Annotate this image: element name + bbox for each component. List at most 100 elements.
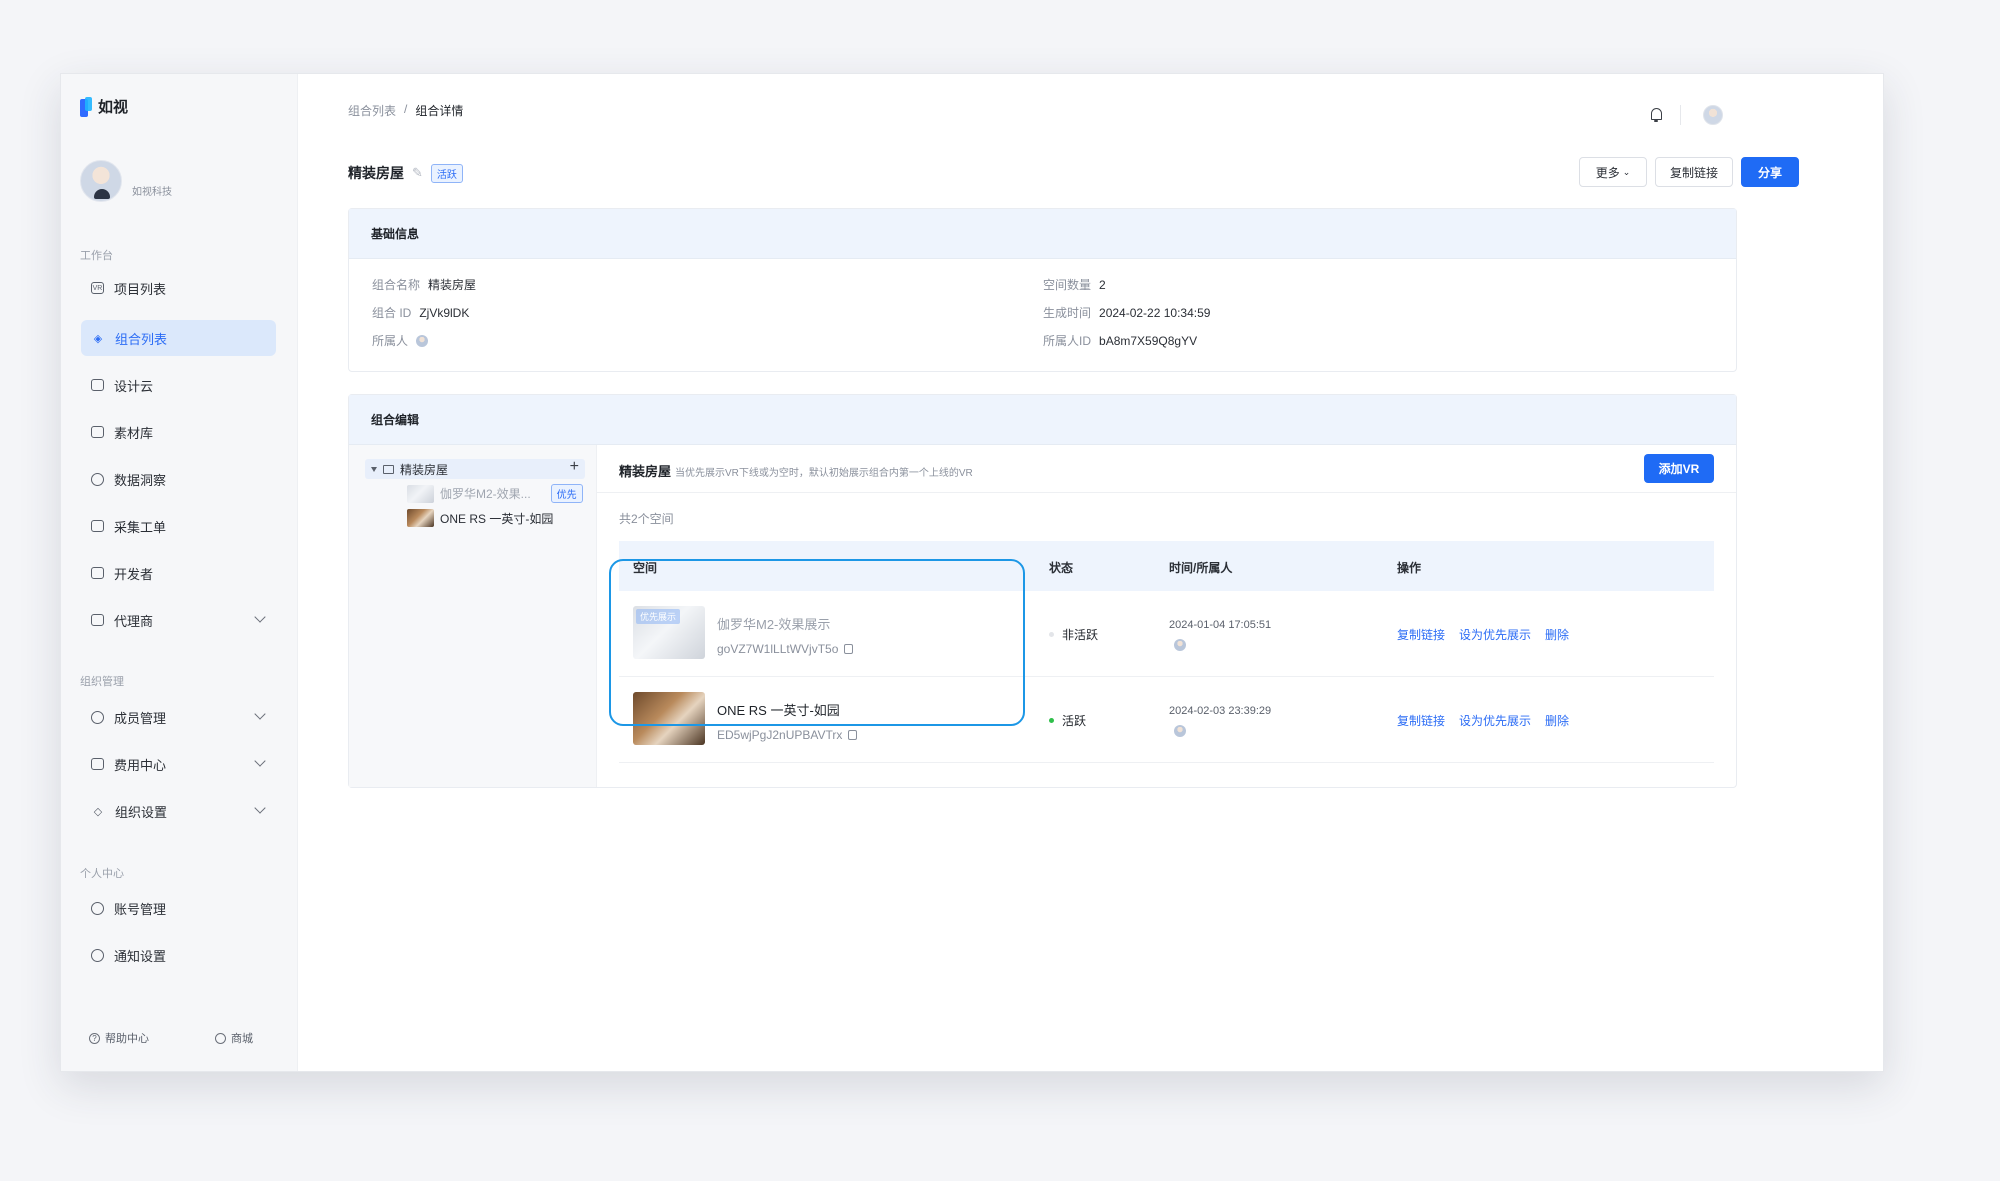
folder-icon bbox=[91, 426, 104, 438]
sidebar-item-label: 代理商 bbox=[114, 613, 154, 629]
logo[interactable]: 如视 bbox=[80, 96, 128, 117]
company-name: 如视科技 bbox=[132, 187, 172, 198]
avatar bbox=[80, 160, 122, 202]
chevron-down-icon bbox=[254, 755, 266, 767]
sidebar-item-insights[interactable]: 数据洞察 bbox=[81, 461, 276, 497]
copy-link-action[interactable]: 复制链接 bbox=[1397, 712, 1445, 729]
group-id-value: ZjVk9lDK bbox=[419, 305, 470, 320]
sidebar-item-label: 素材库 bbox=[114, 425, 154, 441]
logo-text: 如视 bbox=[98, 99, 129, 116]
sidebar-item-org-settings[interactable]: ◇ 组织设置 bbox=[81, 793, 276, 829]
row-time: 2024-02-03 23:39:29 bbox=[1169, 705, 1272, 717]
shop-label: 商城 bbox=[231, 1033, 253, 1045]
created-time-field: 生成时间 2024-02-22 10:34:59 bbox=[1043, 304, 1210, 321]
copy-link-action[interactable]: 复制链接 bbox=[1397, 626, 1445, 643]
main-content: 组合列表 / 组合详情 精装房屋 ✎ 活跃 更多 ⌄ 复制链接 分享 基础信息 … bbox=[298, 74, 1883, 1071]
group-title-personal: 个人中心 bbox=[80, 868, 124, 880]
sidebar-item-notifications[interactable]: 通知设置 bbox=[81, 937, 276, 973]
share-button[interactable]: 分享 bbox=[1741, 157, 1799, 187]
sidebar-item-account[interactable]: 账号管理 bbox=[81, 890, 276, 926]
title-row: 精装房屋 ✎ 活跃 bbox=[348, 163, 463, 183]
sidebar-item-label: 开发者 bbox=[114, 566, 154, 582]
sidebar-item-work-orders[interactable]: 采集工单 bbox=[81, 508, 276, 544]
owner-id-field: 所属人ID bA8m7X59Q8gYV bbox=[1043, 332, 1197, 349]
bell-icon[interactable] bbox=[1649, 108, 1663, 122]
sidebar-item-materials[interactable]: 素材库 bbox=[81, 414, 276, 450]
delete-action[interactable]: 删除 bbox=[1545, 712, 1569, 729]
space-thumbnail bbox=[407, 484, 434, 503]
breadcrumb-current: 组合详情 bbox=[415, 104, 464, 118]
group-tree: 精装房屋 + 伽罗华M2-效果... 优先 ONE RS 一英寸-如园 bbox=[349, 445, 597, 787]
status-text: 非活跃 bbox=[1062, 628, 1099, 642]
tree-root-label: 精装房屋 bbox=[400, 462, 449, 477]
chevron-down-icon bbox=[254, 708, 266, 720]
copy-link-button[interactable]: 复制链接 bbox=[1655, 157, 1733, 187]
set-priority-action[interactable]: 设为优先展示 bbox=[1459, 626, 1531, 643]
created-time-label: 生成时间 bbox=[1043, 306, 1092, 320]
status-badge: 活跃 bbox=[430, 163, 463, 183]
owner-field: 所属人 bbox=[372, 332, 429, 349]
plus-icon[interactable]: + bbox=[570, 458, 579, 476]
shop-link[interactable]: 商城 bbox=[215, 1030, 253, 1046]
sidebar-item-members[interactable]: 成员管理 bbox=[81, 699, 276, 735]
group-name-field: 组合名称 精装房屋 bbox=[372, 276, 476, 293]
more-dropdown[interactable]: 更多 ⌄ bbox=[1579, 157, 1647, 187]
sidebar-item-label: 组织设置 bbox=[115, 804, 168, 820]
row-actions: 复制链接 设为优先展示 删除 bbox=[1397, 712, 1569, 729]
breadcrumb-separator: / bbox=[404, 102, 408, 116]
set-priority-action[interactable]: 设为优先展示 bbox=[1459, 712, 1531, 729]
space-count-label: 空间数量 bbox=[1043, 278, 1092, 292]
priority-tag: 优先 bbox=[550, 484, 583, 503]
owner-avatar bbox=[1174, 639, 1186, 651]
chevron-down-icon: ⌄ bbox=[1622, 166, 1631, 177]
group-id-label: 组合 ID bbox=[372, 306, 412, 320]
user-avatar[interactable] bbox=[1703, 105, 1723, 125]
column-header-status: 状态 bbox=[1049, 561, 1074, 575]
column-header-time-owner: 时间/所属人 bbox=[1169, 561, 1233, 575]
sidebar-item-label: 设计云 bbox=[114, 378, 154, 394]
tree-child-node[interactable]: 伽罗华M2-效果... 优先 bbox=[407, 484, 583, 503]
owner-id-label: 所属人ID bbox=[1043, 334, 1092, 348]
breadcrumb: 组合列表 / 组合详情 bbox=[348, 102, 463, 119]
add-vr-button[interactable]: 添加VR bbox=[1644, 454, 1714, 483]
help-icon: ? bbox=[89, 1032, 100, 1044]
org-profile[interactable]: 如视科技 bbox=[80, 160, 172, 202]
tree-child-label: 伽罗华M2-效果... bbox=[440, 487, 531, 501]
bell-settings-icon bbox=[91, 948, 104, 962]
caret-down-icon[interactable] bbox=[371, 466, 377, 472]
owner-avatar bbox=[1174, 725, 1186, 737]
tree-root-node[interactable]: 精装房屋 + bbox=[365, 458, 585, 479]
sidebar-item-label: 费用中心 bbox=[114, 757, 167, 773]
sidebar-item-groups[interactable]: ◈ 组合列表 bbox=[81, 320, 276, 356]
copy-icon[interactable] bbox=[848, 730, 858, 740]
breadcrumb-group-list[interactable]: 组合列表 bbox=[348, 102, 396, 119]
sidebar-item-billing[interactable]: 费用中心 bbox=[81, 746, 276, 782]
edit-icon[interactable]: ✎ bbox=[412, 165, 423, 181]
tree-child-node[interactable]: ONE RS 一英寸-如园 bbox=[407, 509, 553, 527]
more-label: 更多 bbox=[1595, 165, 1620, 180]
owner-id-value: bA8m7X59Q8gYV bbox=[1099, 333, 1198, 348]
space-panel-header: 精装房屋 当优先展示VR下线或为空时，默认初始展示组合内第一个上线的VR 添加V… bbox=[597, 445, 1736, 493]
delete-action[interactable]: 删除 bbox=[1545, 626, 1569, 643]
sidebar-item-projects[interactable]: VR 项目列表 bbox=[81, 270, 276, 306]
monitor-icon bbox=[91, 379, 104, 391]
help-center-link[interactable]: ? 帮助中心 bbox=[89, 1030, 149, 1046]
group-edit-card: 组合编辑 精装房屋 + 伽罗华M2-效果... 优先 ONE RS 一英寸-如园 bbox=[348, 394, 1737, 788]
chevron-down-icon bbox=[254, 611, 266, 623]
status-inactive: 非活跃 bbox=[1049, 626, 1098, 643]
sidebar-item-developer[interactable]: 开发者 bbox=[81, 555, 276, 591]
vr-icon: VR bbox=[91, 282, 104, 294]
group-title-workspace: 工作台 bbox=[80, 250, 113, 262]
users-icon bbox=[91, 710, 104, 724]
sidebar-item-label: 账号管理 bbox=[114, 901, 167, 917]
group-edit-heading: 组合编辑 bbox=[349, 395, 1736, 445]
sidebar-item-design-cloud[interactable]: 设计云 bbox=[81, 367, 276, 403]
shop-icon bbox=[215, 1032, 226, 1044]
space-code-text: ED5wjPgJ2nUPBAVTrx bbox=[717, 728, 843, 742]
status-dot bbox=[1049, 632, 1054, 637]
sidebar-item-agents[interactable]: 代理商 bbox=[81, 602, 276, 638]
wallet-icon bbox=[91, 758, 104, 770]
highlight-outline bbox=[609, 559, 1025, 726]
user-icon bbox=[91, 901, 104, 915]
group-name-value: 精装房屋 bbox=[428, 278, 477, 292]
